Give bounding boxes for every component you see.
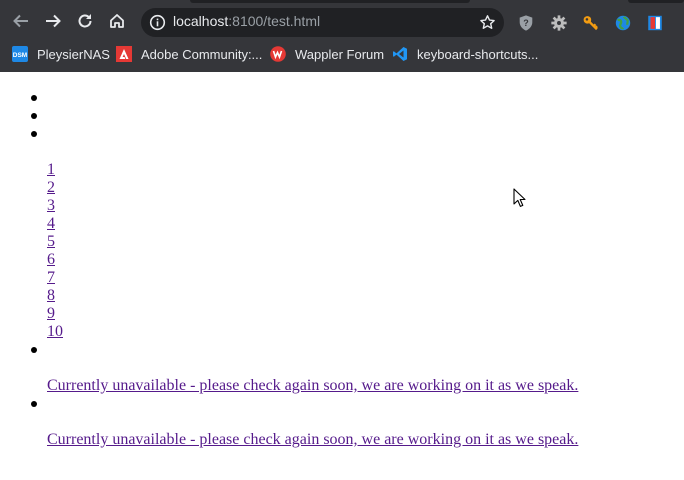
bookmark-adobe-community[interactable]: Adobe Community:... bbox=[116, 44, 262, 64]
adobe-icon bbox=[116, 46, 132, 62]
mouse-cursor-icon bbox=[513, 188, 526, 207]
dsm-icon: DSM bbox=[12, 46, 28, 62]
extension-shield[interactable]: ? bbox=[516, 13, 536, 33]
star-icon[interactable] bbox=[479, 14, 496, 31]
pager-link-7[interactable]: 7 bbox=[47, 269, 55, 287]
bookmark-label: Adobe Community:... bbox=[141, 46, 263, 62]
svg-text:DSM: DSM bbox=[13, 52, 27, 59]
tab-strip-edge bbox=[190, 0, 470, 3]
pager-link-3[interactable]: 3 bbox=[47, 197, 55, 215]
url-host: localhost bbox=[173, 13, 229, 29]
home-icon bbox=[110, 14, 124, 28]
browser-chrome: localhost:8100/test.html ? DSM PleysierN… bbox=[0, 0, 684, 72]
gear-icon bbox=[551, 15, 567, 31]
pager-link-6[interactable]: 6 bbox=[47, 251, 55, 269]
info-icon[interactable] bbox=[149, 14, 166, 31]
pager-link-5[interactable]: 5 bbox=[47, 233, 55, 251]
extension-gear[interactable] bbox=[549, 13, 569, 33]
svg-text:?: ? bbox=[523, 18, 529, 28]
back-button[interactable] bbox=[8, 8, 34, 34]
page-content: 1 2 3 4 5 6 7 8 9 10 Currently unavailab… bbox=[0, 72, 684, 480]
pager-link-2[interactable]: 2 bbox=[47, 179, 55, 197]
arrow-left-icon bbox=[13, 14, 28, 28]
key-icon bbox=[583, 16, 598, 31]
list-bullet bbox=[31, 95, 37, 101]
bookmarks-bar: DSM PleysierNAS Adobe Community:... Wapp… bbox=[0, 41, 684, 67]
extension-globe[interactable] bbox=[613, 13, 633, 33]
bookmark-manager-icon bbox=[648, 15, 662, 31]
forward-button[interactable] bbox=[40, 8, 66, 34]
pager-link-9[interactable]: 9 bbox=[47, 305, 55, 323]
browser-toolbar: localhost:8100/test.html ? bbox=[0, 4, 684, 40]
list-bullet bbox=[31, 347, 37, 353]
extension-bookmark[interactable] bbox=[645, 13, 665, 33]
home-button[interactable] bbox=[104, 8, 130, 34]
list-bullet bbox=[31, 401, 37, 407]
reload-button[interactable] bbox=[72, 8, 98, 34]
pager-link-1[interactable]: 1 bbox=[47, 161, 55, 179]
bookmark-wappler-forum[interactable]: Wappler Forum bbox=[270, 44, 384, 64]
bookmark-keyboard-shortcuts[interactable]: keyboard-shortcuts... bbox=[392, 44, 538, 64]
pager-link-8[interactable]: 8 bbox=[47, 287, 55, 305]
bookmark-label: keyboard-shortcuts... bbox=[417, 46, 539, 62]
unavailable-message-link[interactable]: Currently unavailable - please check aga… bbox=[47, 431, 578, 449]
globe-icon bbox=[615, 15, 631, 31]
pager-link-4[interactable]: 4 bbox=[47, 215, 55, 233]
url-text: localhost:8100/test.html bbox=[173, 13, 320, 29]
extension-key[interactable] bbox=[581, 13, 601, 33]
vscode-icon bbox=[392, 46, 408, 62]
pager-link-10[interactable]: 10 bbox=[47, 323, 63, 341]
reload-icon bbox=[78, 14, 92, 28]
url-path: :8100/test.html bbox=[228, 13, 321, 29]
list-bullet bbox=[31, 113, 37, 119]
unavailable-message-link[interactable]: Currently unavailable - please check aga… bbox=[47, 377, 578, 395]
address-bar[interactable]: localhost:8100/test.html bbox=[141, 8, 504, 37]
bookmark-label: PleysierNAS bbox=[37, 46, 110, 62]
shield-icon: ? bbox=[519, 15, 533, 31]
list-bullet bbox=[31, 131, 37, 137]
wappler-icon bbox=[270, 46, 286, 62]
bookmark-pleysiernas[interactable]: DSM PleysierNAS bbox=[12, 44, 110, 64]
tab-strip-edge bbox=[628, 0, 684, 3]
arrow-right-icon bbox=[46, 14, 61, 28]
bookmark-label: Wappler Forum bbox=[295, 46, 385, 62]
